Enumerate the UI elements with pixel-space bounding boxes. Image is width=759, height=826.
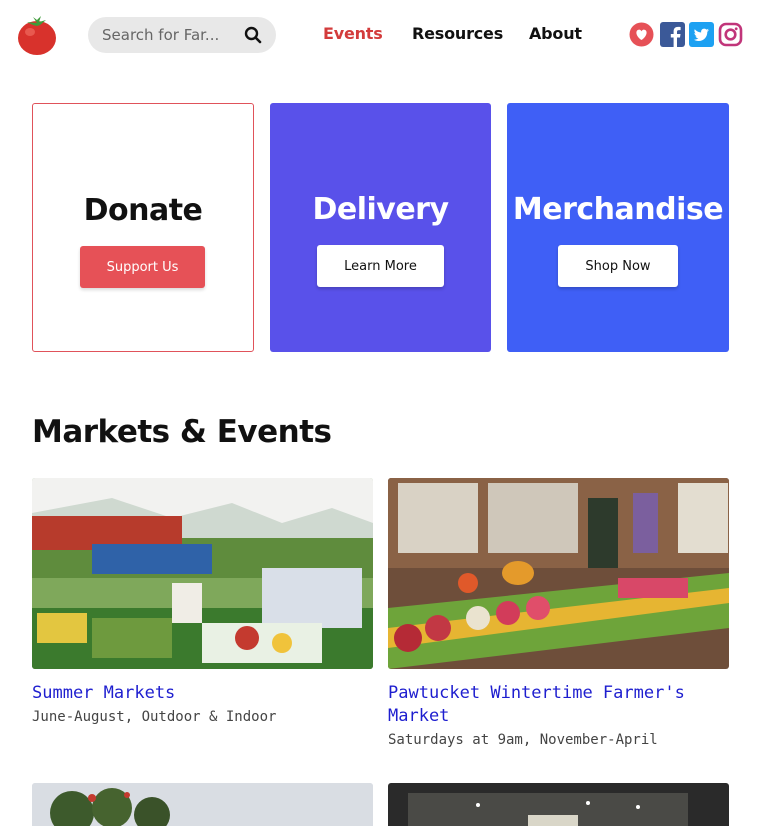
- event-image-partial[interactable]: [388, 783, 729, 826]
- delivery-title: Delivery: [312, 192, 449, 227]
- event-card-pawtucket: Pawtucket Wintertime Farmer's Market Sat…: [388, 478, 729, 748]
- event-subtitle: June-August, Outdoor & Indoor: [32, 709, 277, 725]
- merchandise-title: Merchandise: [512, 192, 724, 227]
- search-input[interactable]: [102, 17, 242, 53]
- event-card-summer-markets: Summer Markets June-August, Outdoor & In…: [32, 478, 373, 725]
- event-title-pawtucket[interactable]: Pawtucket Wintertime Farmer's Market: [388, 682, 729, 728]
- nav-about[interactable]: About: [529, 24, 582, 43]
- site-header: Events Resources About: [0, 0, 759, 72]
- summer-markets-image[interactable]: [32, 478, 373, 669]
- search-icon[interactable]: [244, 26, 262, 44]
- event-title-summer-markets[interactable]: Summer Markets: [32, 682, 373, 705]
- event-subtitle: Saturdays at 9am, November-April: [388, 732, 658, 748]
- search-bar: [88, 17, 276, 53]
- delivery-card: Delivery Learn More: [270, 103, 491, 352]
- support-us-button[interactable]: Support Us: [80, 246, 205, 288]
- pawtucket-market-image[interactable]: [388, 478, 729, 669]
- instagram-icon[interactable]: [718, 22, 743, 47]
- tomato-logo-icon[interactable]: [16, 14, 58, 56]
- donate-card: Donate Support Us: [32, 103, 254, 352]
- section-title: Markets & Events: [32, 414, 332, 450]
- heart-icon[interactable]: [629, 22, 654, 47]
- facebook-icon[interactable]: [660, 22, 685, 47]
- learn-more-button[interactable]: Learn More: [317, 245, 444, 287]
- event-image-partial[interactable]: [32, 783, 373, 826]
- donate-title: Donate: [83, 193, 203, 228]
- shop-now-button[interactable]: Shop Now: [558, 245, 678, 287]
- nav-resources[interactable]: Resources: [412, 24, 503, 43]
- merchandise-card: Merchandise Shop Now: [507, 103, 729, 352]
- nav-events[interactable]: Events: [323, 24, 383, 43]
- twitter-icon[interactable]: [689, 22, 714, 47]
